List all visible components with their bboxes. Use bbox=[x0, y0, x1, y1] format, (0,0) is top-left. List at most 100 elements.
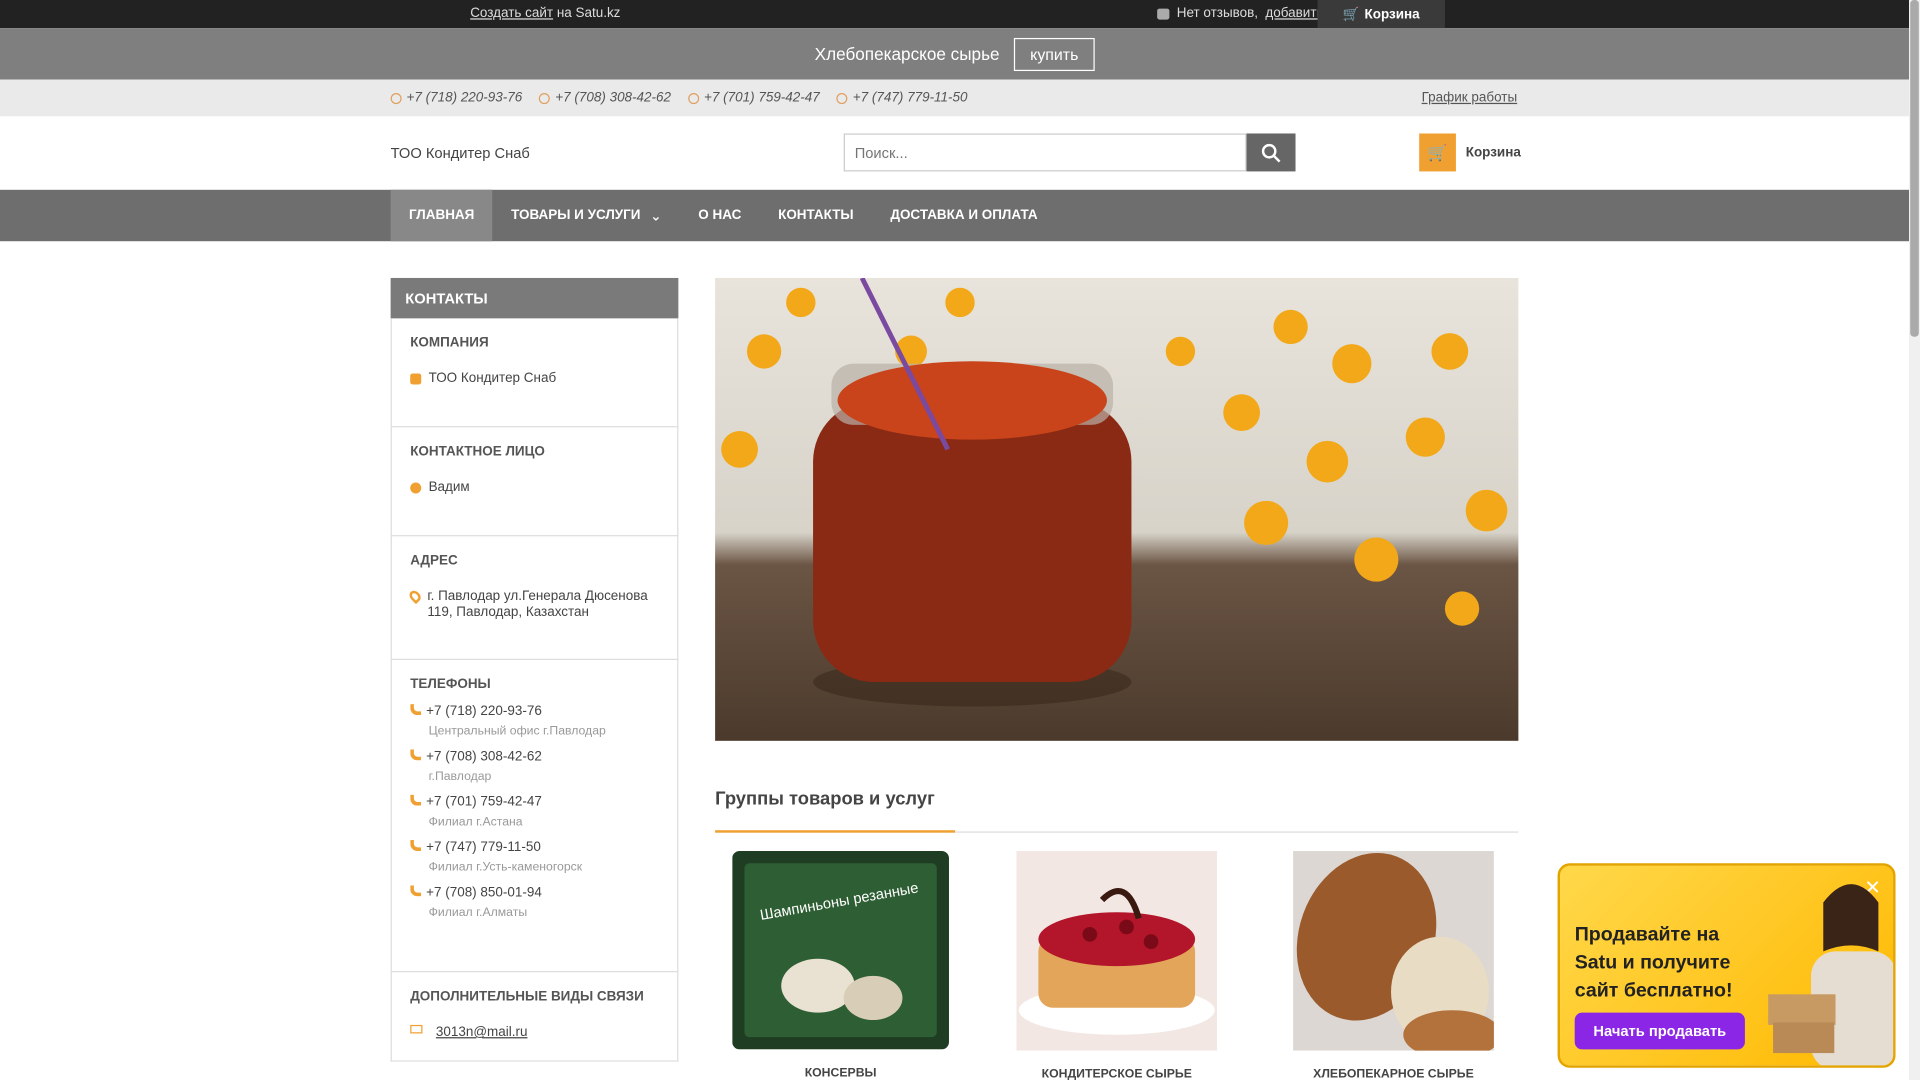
cart-icon: 🛒 bbox=[1342, 7, 1360, 23]
nav-about[interactable]: О НАС bbox=[680, 190, 760, 241]
header-phone[interactable]: +7 (708) 308-42-62 bbox=[539, 91, 671, 105]
canned-mushrooms-image: Шампиньоны резанные bbox=[732, 851, 949, 1050]
phone-number[interactable]: +7 (718) 220-93-76 bbox=[426, 704, 542, 719]
phone-icon bbox=[410, 885, 422, 897]
cherry-cake-image bbox=[1016, 851, 1218, 1051]
phone-number[interactable]: +7 (747) 779-11-50 bbox=[426, 840, 541, 855]
groups-divider bbox=[715, 830, 1519, 833]
top-bar: Создать сайт на Satu.kz Нет отзывов, доб… bbox=[0, 0, 1909, 29]
nav-home[interactable]: ГЛАВНАЯ bbox=[390, 189, 493, 242]
hero-banner bbox=[715, 277, 1519, 741]
popup-text: Продавайте на Satu и получите сайт беспл… bbox=[1574, 924, 1733, 1002]
group-card-canned[interactable]: Шампиньоны резанные КОНСЕРВЫ bbox=[732, 851, 949, 1080]
chevron-down-icon: ⌄ bbox=[650, 208, 662, 224]
bread-image bbox=[1293, 851, 1502, 1060]
phone-icon bbox=[410, 840, 422, 852]
person-heading: КОНТАКТНОЕ ЛИЦО bbox=[410, 444, 545, 460]
group-card-confectionery[interactable]: КОНДИТЕРСКОЕ СЫРЬЕ bbox=[1011, 851, 1222, 1080]
phones-bar: +7 (718) 220-93-76 +7 (708) 308-42-62 +7… bbox=[0, 79, 1909, 117]
address-block: АДРЕС г. Павлодар ул.Генерала Дюсенова 1… bbox=[390, 536, 679, 661]
header-cart[interactable]: 🛒 Корзина bbox=[1419, 133, 1521, 172]
promo-bar: Хлебопекарское сырье купить bbox=[0, 28, 1909, 80]
phone-note: Филиал г.Алматы bbox=[428, 906, 528, 920]
sidebar-phone: +7 (708) 308-42-62 г.Павлодар bbox=[410, 749, 659, 784]
add-review-link[interactable]: добавить bbox=[1265, 6, 1323, 21]
address-heading: АДРЕС bbox=[410, 553, 458, 569]
phone-number[interactable]: +7 (701) 759-42-47 bbox=[426, 795, 542, 810]
header-cart-label: Корзина bbox=[1465, 145, 1521, 160]
schedule-link[interactable]: График работы bbox=[1422, 91, 1518, 106]
company-heading: КОМПАНИЯ bbox=[410, 335, 489, 351]
top-cart-button[interactable]: 🛒 Корзина bbox=[1317, 0, 1445, 29]
company-name[interactable]: ТОО Кондитер Снаб bbox=[391, 144, 530, 161]
phone-note: г.Павлодар bbox=[428, 770, 492, 784]
header-phone[interactable]: +7 (701) 759-42-47 bbox=[688, 91, 820, 105]
group-caption[interactable]: КОНДИТЕРСКОЕ СЫРЬЕ bbox=[1011, 1068, 1222, 1080]
person-block: КОНТАКТНОЕ ЛИЦО Вадим bbox=[390, 427, 679, 537]
phone-note: Филиал г.Астана bbox=[428, 815, 523, 829]
phone-icon bbox=[410, 749, 422, 761]
reviews: Нет отзывов, добавить bbox=[1157, 6, 1324, 21]
extra-contacts-block: ДОПОЛНИТЕЛЬНЫЕ ВИДЫ СВЯЗИ 3013n@mail.ru bbox=[390, 972, 679, 1062]
company-icon bbox=[410, 373, 422, 385]
phones-heading: ТЕЛЕФОНЫ bbox=[410, 677, 491, 692]
company-value: ТОО Кондитер Снаб bbox=[428, 371, 557, 386]
search-icon bbox=[1261, 143, 1281, 162]
phone-icon bbox=[836, 92, 848, 104]
phone-icon bbox=[539, 92, 551, 104]
start-selling-button[interactable]: Начать продавать bbox=[1574, 1012, 1745, 1050]
header-phone[interactable]: +7 (747) 779-11-50 bbox=[836, 91, 968, 105]
groups-title: Группы товаров и услуг bbox=[715, 788, 935, 810]
group-caption[interactable]: КОНСЕРВЫ bbox=[732, 1067, 949, 1080]
sidebar-phone: +7 (718) 220-93-76 Центральный офис г.Пав… bbox=[410, 704, 659, 738]
phone-note: Центральный офис г.Павлодар bbox=[428, 724, 606, 739]
contacts-sidebar: КОНТАКТЫ КОМПАНИЯ ТОО Кондитер Снаб КОНТ… bbox=[390, 277, 679, 1062]
cart-icon: 🛒 bbox=[1419, 133, 1456, 172]
location-pin-icon bbox=[407, 588, 423, 605]
company-block: КОМПАНИЯ ТОО Кондитер Снаб bbox=[390, 318, 679, 428]
address-value: г. Павлодар ул.Генерала Дюсенова 119, Па… bbox=[427, 588, 648, 620]
comment-icon bbox=[1157, 7, 1170, 19]
reviews-text: Нет отзывов, bbox=[1176, 6, 1259, 21]
search-input[interactable] bbox=[843, 133, 1247, 172]
email-link[interactable]: 3013n@mail.ru bbox=[436, 1025, 528, 1041]
sidebar-title: КОНТАКТЫ bbox=[390, 277, 679, 319]
mail-icon bbox=[410, 1024, 423, 1034]
nav-delivery[interactable]: ДОСТАВКА И ОПЛАТА bbox=[872, 190, 1056, 241]
sidebar-phone: +7 (708) 850-01-94 Филиал г.Алматы bbox=[410, 885, 659, 920]
promo-popup: ✕ Продавайте на Satu и получите сайт бес… bbox=[1557, 863, 1896, 1068]
nav-contacts[interactable]: КОНТАКТЫ bbox=[760, 190, 872, 241]
buy-button[interactable]: купить bbox=[1014, 37, 1095, 71]
phone-note: Филиал г.Усть-каменогорск bbox=[428, 860, 583, 875]
header-phone[interactable]: +7 (718) 220-93-76 bbox=[390, 91, 522, 105]
top-cart-label: Корзина bbox=[1364, 6, 1420, 22]
phone-icon bbox=[410, 704, 422, 716]
person-value: Вадим bbox=[428, 480, 470, 495]
nav-products[interactable]: ТОВАРЫ И УСЛУГИ ⌄ bbox=[493, 190, 680, 241]
create-site-suffix: на Satu.kz bbox=[556, 6, 621, 21]
phone-icon bbox=[688, 92, 700, 104]
phone-number[interactable]: +7 (708) 308-42-62 bbox=[426, 749, 542, 764]
create-site-link[interactable]: Создать сайт bbox=[470, 6, 553, 21]
phone-icon bbox=[390, 92, 402, 104]
groups-divider-accent bbox=[715, 830, 956, 833]
extra-contacts-heading: ДОПОЛНИТЕЛЬНЫЕ ВИДЫ СВЯЗИ bbox=[410, 989, 644, 1005]
main-nav: ГЛАВНАЯ ТОВАРЫ И УСЛУГИ ⌄ О НАС КОНТАКТЫ … bbox=[0, 189, 1909, 242]
phone-number[interactable]: +7 (708) 850-01-94 bbox=[426, 885, 542, 900]
search-button[interactable] bbox=[1246, 133, 1296, 172]
group-caption[interactable]: ХЛЕБОПЕКАРНОЕ СЫРЬЕ bbox=[1288, 1068, 1499, 1080]
person-icon bbox=[410, 482, 422, 494]
phones-block: ТЕЛЕФОНЫ +7 (718) 220-93-76 Центральный о… bbox=[390, 660, 679, 973]
jam-jar-image bbox=[721, 277, 1508, 707]
seller-illustration bbox=[1768, 884, 1894, 1066]
promo-text: Хлебопекарское сырье bbox=[814, 44, 1000, 64]
sidebar-phone: +7 (701) 759-42-47 Филиал г.Астана bbox=[410, 794, 659, 829]
page-scrollbar[interactable] bbox=[1908, 0, 1920, 1080]
scrollbar-thumb[interactable] bbox=[1910, 0, 1919, 337]
sidebar-phone: +7 (747) 779-11-50 Филиал г.Усть-каменого… bbox=[410, 840, 659, 874]
search-form bbox=[843, 133, 1296, 172]
phone-icon bbox=[410, 794, 422, 806]
nav-products-label: ТОВАРЫ И УСЛУГИ bbox=[511, 208, 641, 223]
create-site: Создать сайт на Satu.kz bbox=[470, 6, 620, 21]
group-card-bakery[interactable]: ХЛЕБОПЕКАРНОЕ СЫРЬЕ bbox=[1288, 851, 1502, 1080]
